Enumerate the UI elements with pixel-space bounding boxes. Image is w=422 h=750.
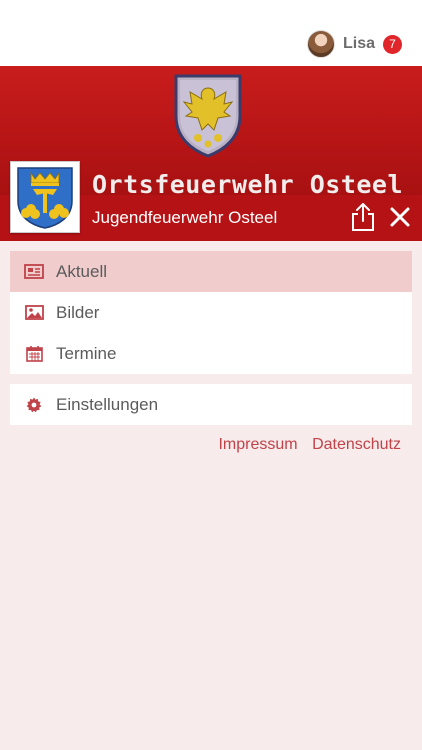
- footer-links: Impressum Datenschutz: [208, 436, 401, 454]
- menu-item-label: Bilder: [56, 302, 100, 322]
- impressum-link[interactable]: Impressum: [218, 436, 297, 453]
- coat-of-arms-icon: [174, 74, 242, 158]
- menu-item-aktuell[interactable]: Aktuell: [10, 251, 412, 292]
- unit-crest-icon: [17, 167, 73, 229]
- menu-item-label: Termine: [56, 343, 117, 363]
- notification-badge[interactable]: 7: [383, 34, 402, 54]
- banner-title: Ortsfeuerwehr Osteel: [92, 170, 404, 195]
- share-icon[interactable]: [350, 202, 376, 232]
- gear-icon: [23, 396, 45, 414]
- user-name[interactable]: Lisa: [343, 35, 375, 53]
- unit-logo: [10, 161, 80, 233]
- main-menu: Aktuell Bilder Termine: [10, 251, 412, 374]
- newspaper-icon: [23, 263, 45, 281]
- user-profile[interactable]: Lisa 7: [306, 30, 402, 58]
- settings-menu: Einstellungen: [10, 384, 412, 425]
- close-icon[interactable]: [388, 203, 412, 231]
- menu-item-label: Aktuell: [56, 261, 108, 281]
- image-icon: [23, 304, 45, 322]
- menu-item-termine[interactable]: Termine: [10, 333, 412, 374]
- avatar[interactable]: [306, 30, 335, 58]
- calendar-icon: [23, 345, 45, 363]
- datenschutz-link[interactable]: Datenschutz: [312, 436, 401, 453]
- top-bar: Lisa 7: [0, 0, 422, 66]
- menu-item-label: Einstellungen: [56, 394, 159, 414]
- page-title: Jugendfeuerwehr Osteel: [92, 208, 278, 227]
- menu-item-bilder[interactable]: Bilder: [10, 292, 412, 333]
- menu-item-einstellungen[interactable]: Einstellungen: [10, 384, 412, 425]
